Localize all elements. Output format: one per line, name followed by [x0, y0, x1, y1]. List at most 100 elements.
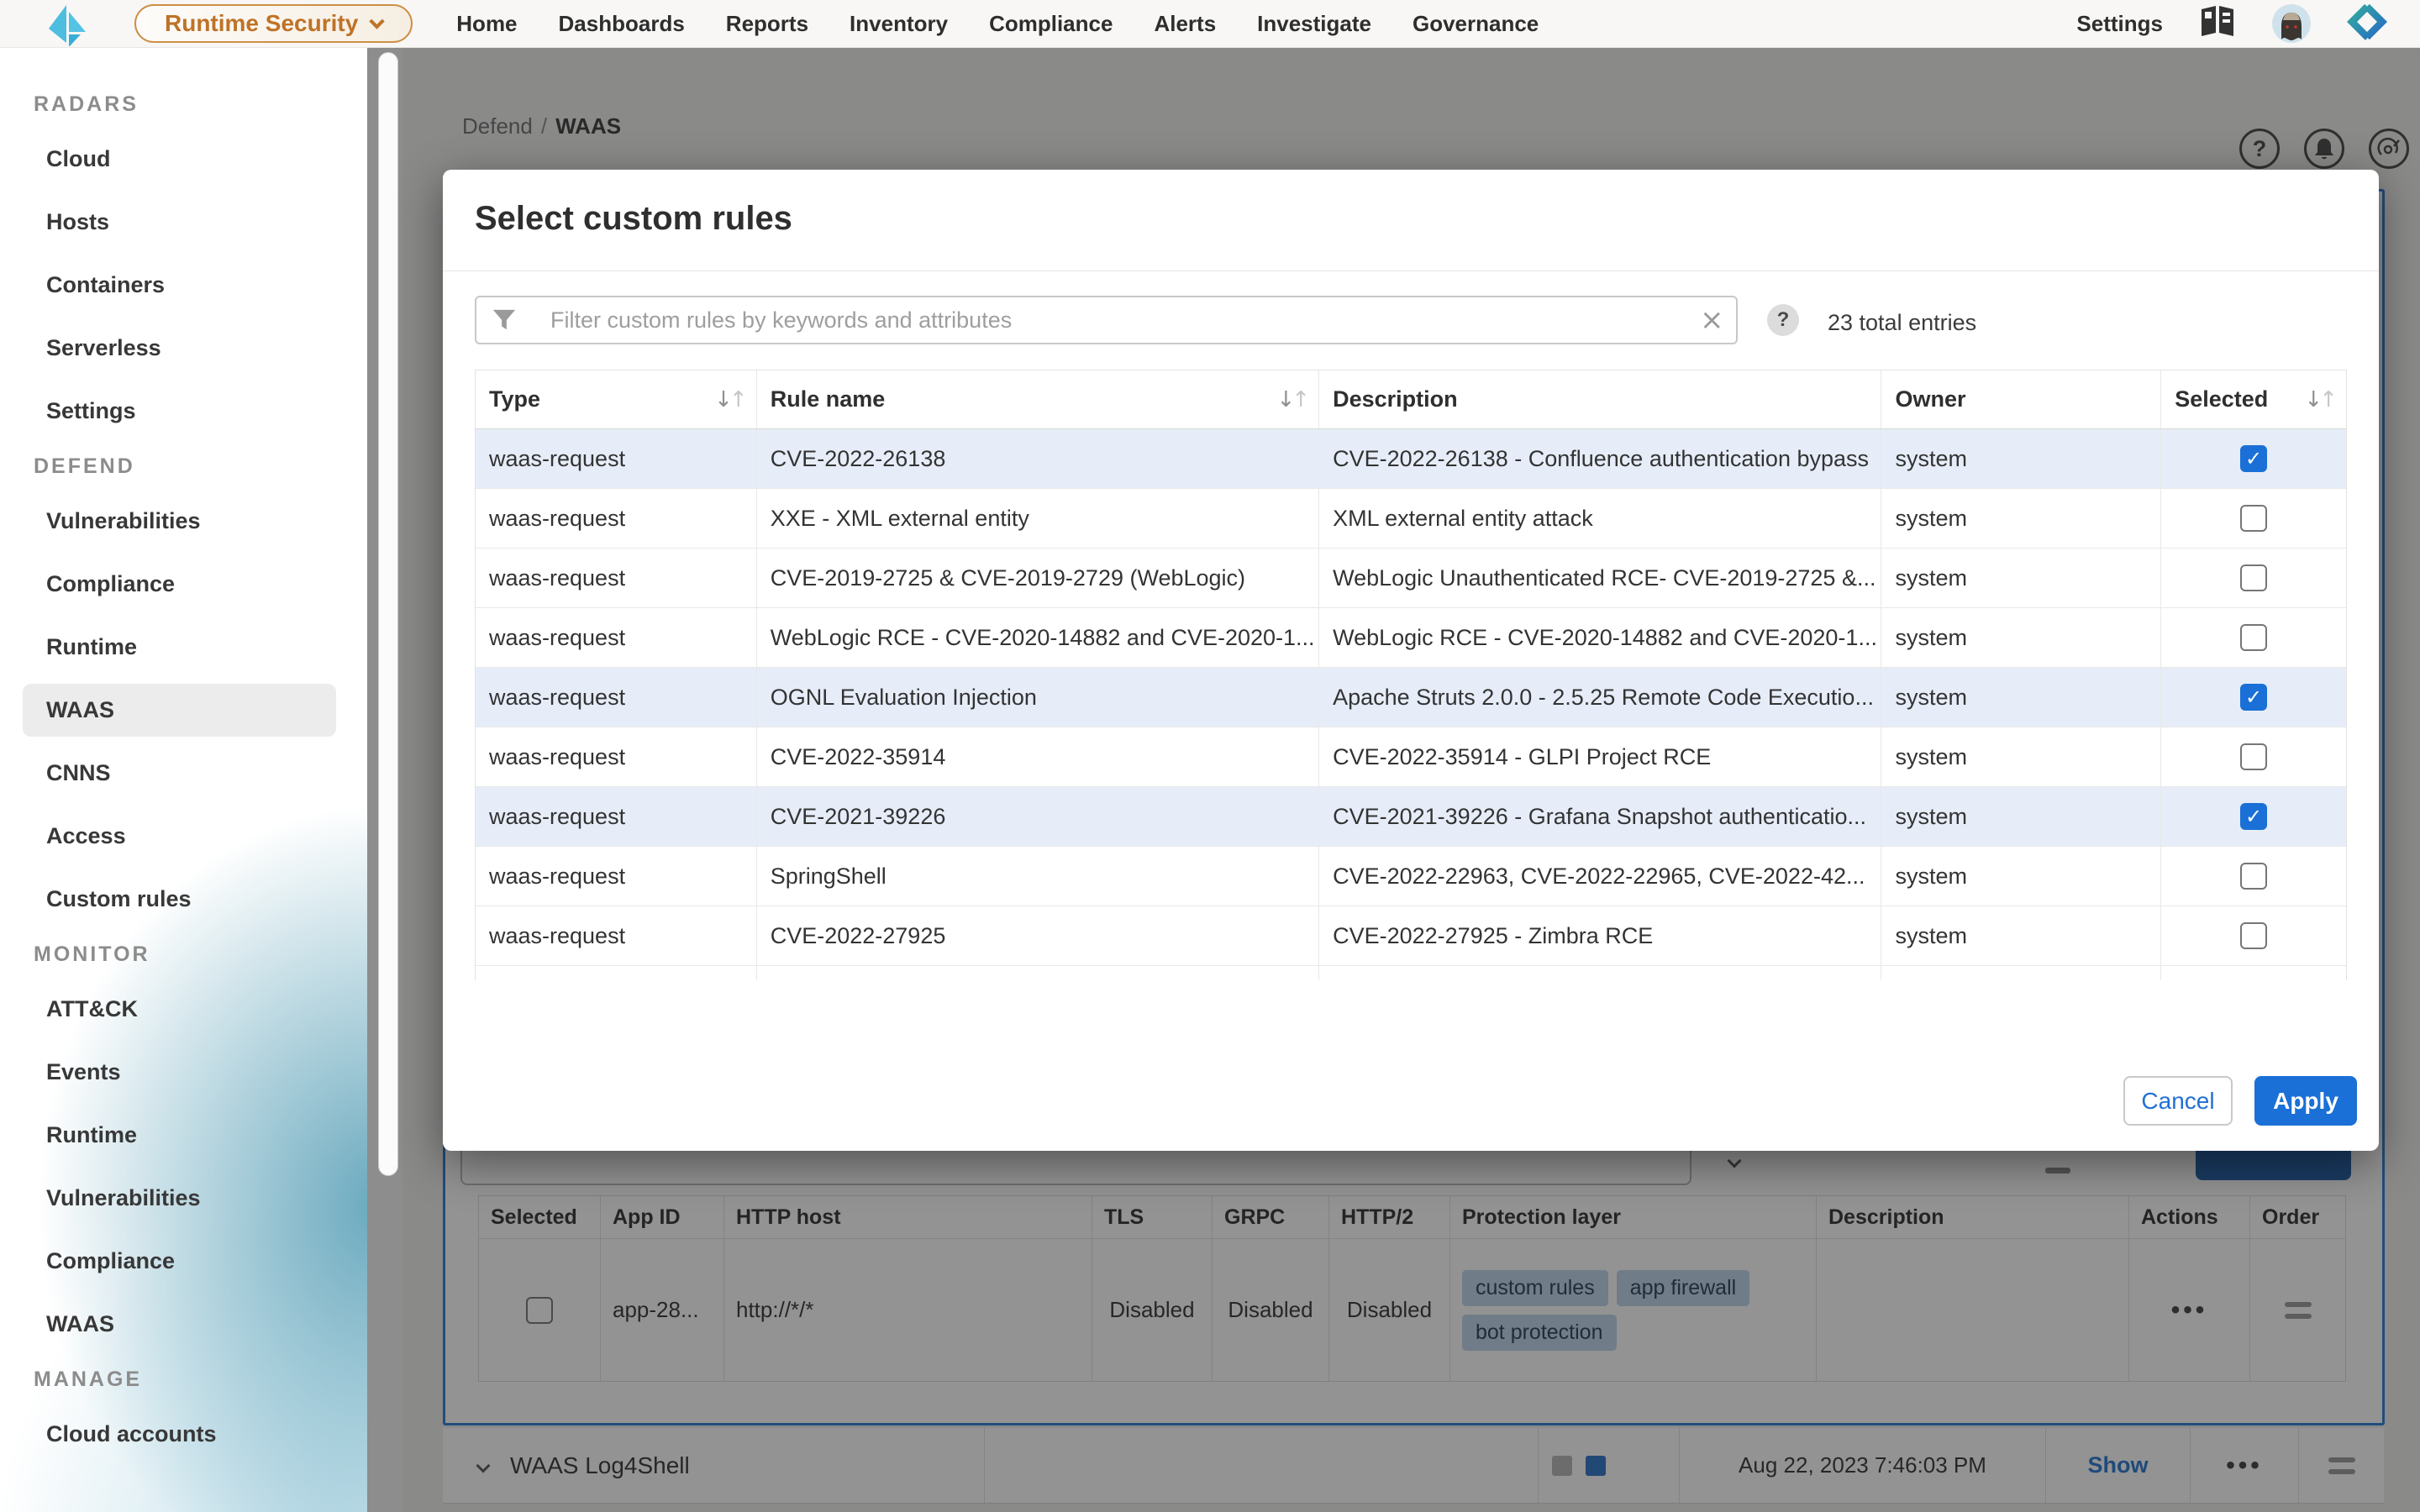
nav-item-dashboards[interactable]: Dashboards — [559, 11, 685, 37]
selected-cell — [2161, 906, 2346, 965]
clear-filter-icon[interactable]: × — [1700, 303, 1724, 337]
rule-name-cell: CVE-2019-2725 & CVE-2019-2729 (WebLogic) — [757, 549, 1319, 607]
product-switcher[interactable]: Runtime Security — [134, 4, 413, 43]
sidebar-item-runtime[interactable]: Runtime — [0, 616, 367, 679]
sidebar-item-events[interactable]: Events — [0, 1041, 367, 1104]
sidebar-item-cloud-accounts[interactable]: Cloud accounts — [0, 1403, 367, 1466]
user-avatar[interactable] — [2272, 4, 2311, 43]
filter-input[interactable] — [475, 296, 1738, 344]
sidebar-nav: RADARSCloudHosts Containers Serverless Sett… — [0, 48, 367, 1512]
sidebar-item-label: WAAS — [46, 697, 114, 723]
partial-row — [476, 966, 2346, 980]
documentation-book-icon[interactable] — [2198, 4, 2237, 44]
column-header-selected[interactable]: Selected↓↑ — [2161, 370, 2346, 428]
rule-name-cell: CVE-2022-35914 — [757, 727, 1319, 786]
rules-table-body: waas-requestCVE-2022-26138CVE-2022-26138… — [476, 429, 2346, 966]
sidebar-item-label: Events — [46, 1059, 121, 1085]
sidebar-item-compliance[interactable]: Compliance — [0, 553, 367, 616]
settings-link[interactable]: Settings — [2076, 11, 2163, 37]
column-header-rule-name[interactable]: Rule name ↓↑ — [757, 370, 1319, 428]
product-switcher-label: Runtime Security — [165, 10, 358, 37]
sidebar-item-runtime[interactable]: Runtime — [0, 1104, 367, 1167]
rule-row-8[interactable]: waas-requestCVE-2022-27925CVE-2022-27925… — [476, 906, 2346, 966]
sidebar-item-waas[interactable]: WAAS — [0, 679, 367, 742]
rule-row-7[interactable]: waas-requestSpringShellCVE-2022-22963, C… — [476, 847, 2346, 906]
selected-cell — [2161, 727, 2346, 786]
rule-row-0[interactable]: waas-requestCVE-2022-26138CVE-2022-26138… — [476, 429, 2346, 489]
row-checkbox[interactable] — [2240, 505, 2267, 532]
prisma-logo-icon[interactable] — [44, 1, 89, 46]
copilot-pinwheel-icon[interactable] — [2346, 1, 2388, 47]
sort-icon[interactable]: ↓↑ — [2304, 387, 2334, 412]
rule-row-4[interactable]: waas-requestOGNL Evaluation InjectionApa… — [476, 668, 2346, 727]
row-checkbox[interactable] — [2240, 624, 2267, 651]
row-checkbox[interactable]: ✓ — [2240, 445, 2267, 472]
chevron-down-icon — [370, 13, 385, 29]
topbar-nav: Home Dashboards Reports Inventory Compliance… — [456, 11, 1539, 37]
topbar-right: Settings — [2076, 1, 2388, 47]
row-checkbox[interactable]: ✓ — [2240, 803, 2267, 830]
rule-row-2[interactable]: waas-requestCVE-2019-2725 & CVE-2019-272… — [476, 549, 2346, 608]
sidebar-item-hosts[interactable]: Hosts — [0, 191, 367, 254]
rule-row-3[interactable]: waas-requestWebLogic RCE - CVE-2020-1488… — [476, 608, 2346, 668]
column-label: Rule name — [771, 386, 886, 412]
nav-item-compliance[interactable]: Compliance — [989, 11, 1113, 37]
row-checkbox[interactable] — [2240, 922, 2267, 949]
apply-button[interactable]: Apply — [2254, 1076, 2357, 1126]
nav-item-investigate[interactable]: Investigate — [1257, 11, 1371, 37]
sidebar-item-label: Containers — [46, 272, 165, 298]
rule-name-cell: OGNL Evaluation Injection — [757, 668, 1319, 727]
sidebar-item-compliance[interactable]: Compliance — [0, 1230, 367, 1293]
sidebar-item-cloud[interactable]: Cloud — [0, 128, 367, 191]
sidebar-item-label: Runtime — [46, 1122, 137, 1148]
sidebar-scrollbar[interactable] — [367, 48, 402, 1512]
selected-cell — [2161, 608, 2346, 667]
row-checkbox[interactable] — [2240, 564, 2267, 591]
sidebar-section-radars: RADARS — [0, 81, 367, 128]
sidebar-item-att-ck[interactable]: ATT&CK — [0, 978, 367, 1041]
nav-item-alerts[interactable]: Alerts — [1154, 11, 1216, 37]
rule-row-5[interactable]: waas-requestCVE-2022-35914CVE-2022-35914… — [476, 727, 2346, 787]
help-badge-icon[interactable]: ? — [1767, 304, 1799, 336]
sidebar-item-serverless[interactable]: Serverless — [0, 317, 367, 380]
rule-row-6[interactable]: waas-requestCVE-2021-39226CVE-2021-39226… — [476, 787, 2346, 847]
rule-row-1[interactable]: waas-requestXXE - XML external entityXML… — [476, 489, 2346, 549]
sidebar-item-containers[interactable]: Containers — [0, 254, 367, 317]
type-cell: waas-request — [476, 787, 757, 846]
description-cell: CVE-2022-35914 - GLPI Project RCE — [1319, 727, 1881, 786]
nav-item-governance[interactable]: Governance — [1413, 11, 1539, 37]
sort-icon[interactable]: ↓↑ — [714, 387, 744, 412]
selected-cell — [2161, 549, 2346, 607]
sidebar-item-label: Serverless — [46, 335, 161, 361]
column-header-description[interactable]: Description — [1319, 370, 1881, 428]
nav-item-home[interactable]: Home — [456, 11, 517, 37]
sidebar-item-custom-rules[interactable]: Custom rules — [0, 868, 367, 931]
description-cell: WebLogic RCE - CVE-2020-14882 and CVE-20… — [1319, 608, 1881, 667]
type-cell: waas-request — [476, 727, 757, 786]
sidebar-item-label: Compliance — [46, 1248, 175, 1274]
sidebar-item-label: Runtime — [46, 634, 137, 660]
description-cell: XML external entity attack — [1319, 489, 1881, 548]
sort-icon[interactable]: ↓↑ — [1277, 387, 1307, 412]
column-header-owner[interactable]: Owner — [1881, 370, 2161, 428]
sidebar-item-cnns[interactable]: CNNS — [0, 742, 367, 805]
cancel-button[interactable]: Cancel — [2123, 1076, 2233, 1126]
sidebar-item-waas[interactable]: WAAS — [0, 1293, 367, 1356]
custom-rules-table: Type↓↑ Rule name ↓↑ DescriptionOwnerSelecte… — [475, 370, 2347, 980]
sidebar-item-label: Settings — [46, 398, 136, 424]
row-checkbox[interactable] — [2240, 743, 2267, 770]
divider — [443, 270, 2379, 271]
sidebar-item-access[interactable]: Access — [0, 805, 367, 868]
row-checkbox[interactable] — [2240, 863, 2267, 890]
nav-item-inventory[interactable]: Inventory — [850, 11, 948, 37]
description-cell: CVE-2021-39226 - Grafana Snapshot authen… — [1319, 787, 1881, 846]
sidebar-item-label: Vulnerabilities — [46, 1185, 201, 1211]
sidebar-item-vulnerabilities[interactable]: Vulnerabilities — [0, 490, 367, 553]
sidebar-item-vulnerabilities[interactable]: Vulnerabilities — [0, 1167, 367, 1230]
column-header-type[interactable]: Type↓↑ — [476, 370, 757, 428]
scrollbar-thumb[interactable] — [378, 52, 398, 1176]
nav-item-reports[interactable]: Reports — [726, 11, 808, 37]
sidebar-item-label: Vulnerabilities — [46, 508, 201, 534]
sidebar-item-settings[interactable]: Settings — [0, 380, 367, 443]
row-checkbox[interactable]: ✓ — [2240, 684, 2267, 711]
